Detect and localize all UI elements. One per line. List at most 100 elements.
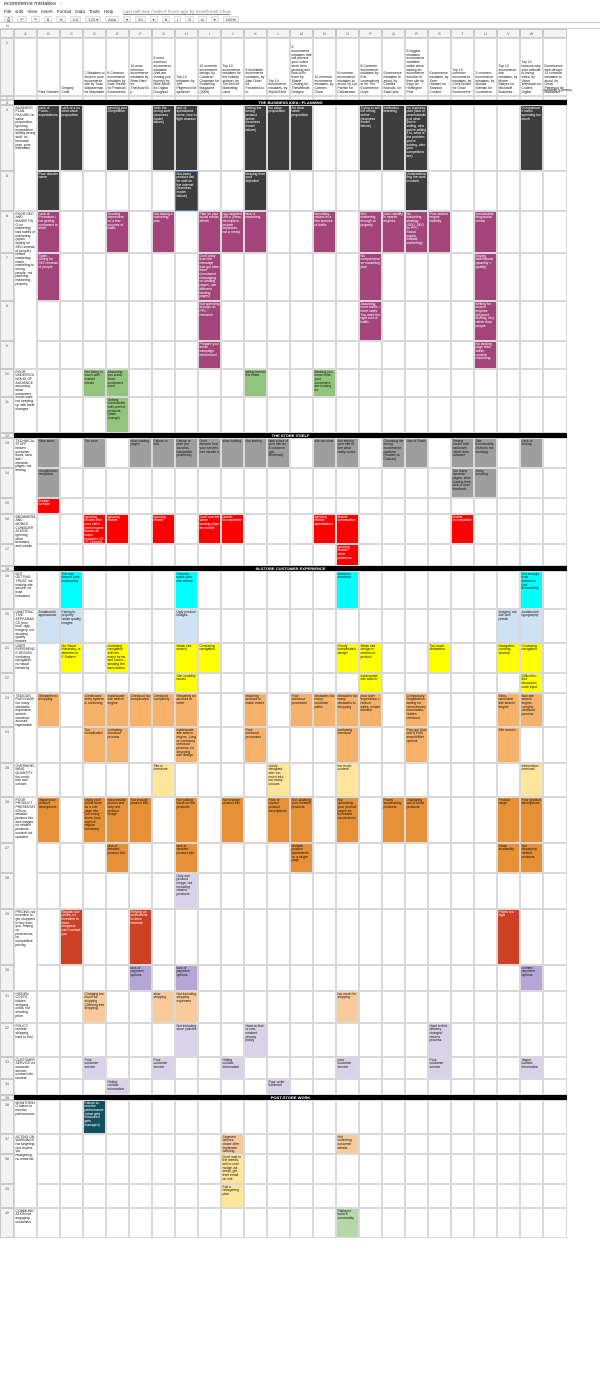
grid-cell[interactable] bbox=[290, 909, 313, 965]
grid-cell[interactable] bbox=[382, 514, 405, 544]
grid-cell[interactable] bbox=[359, 498, 382, 514]
grid-cell[interactable] bbox=[83, 609, 106, 643]
grid-cell[interactable] bbox=[37, 341, 60, 369]
mistake-cell[interactable]: Not including shipping expenses bbox=[175, 991, 198, 1023]
grid-cell[interactable] bbox=[543, 991, 567, 1023]
grid-cell[interactable] bbox=[267, 1134, 290, 1154]
row-number[interactable]: 25 bbox=[0, 763, 14, 797]
mistake-cell[interactable]: Requiring an account to order bbox=[175, 693, 198, 727]
mistake-cell[interactable]: slow loading pages bbox=[129, 438, 152, 468]
grid-cell[interactable] bbox=[221, 1023, 244, 1057]
grid-cell[interactable] bbox=[221, 544, 244, 566]
mistake-cell[interactable]: Not updating your content/ products bbox=[290, 797, 313, 843]
grid-cell[interactable] bbox=[474, 105, 497, 171]
grid-cell[interactable] bbox=[267, 369, 290, 397]
grid-cell[interactable] bbox=[106, 873, 129, 909]
grid-cell[interactable] bbox=[60, 514, 83, 544]
mistake-cell[interactable]: Not collecting customer details bbox=[336, 1134, 359, 1154]
grid-cell[interactable] bbox=[382, 991, 405, 1023]
row-number[interactable]: 29 bbox=[0, 909, 14, 965]
grid-cell[interactable] bbox=[221, 1079, 244, 1095]
grid-cell[interactable] bbox=[520, 498, 543, 514]
mistake-cell[interactable]: Not putting focus on the products bbox=[175, 797, 198, 843]
grid-cell[interactable] bbox=[428, 1154, 451, 1184]
grid-cell[interactable] bbox=[221, 498, 244, 514]
grid-cell[interactable] bbox=[267, 727, 290, 763]
grid-cell[interactable] bbox=[543, 1154, 567, 1184]
grid-cell[interactable] bbox=[60, 991, 83, 1023]
grid-cell[interactable] bbox=[198, 1154, 221, 1184]
row-category-label[interactable]: ACTING ON WARNINGS not targeting non-buy… bbox=[14, 1134, 37, 1208]
document-title[interactable]: ecommerce mistakes bbox=[4, 1, 56, 7]
grid-cell[interactable] bbox=[290, 301, 313, 341]
mistake-cell[interactable]: lack of payment options bbox=[175, 965, 198, 991]
mistake-cell[interactable]: Difficult to find discounts/ code input bbox=[520, 673, 543, 693]
grid-cell[interactable] bbox=[37, 727, 60, 763]
source-header-cell[interactable]: Top 10 ecommerce site mistakes, by Monte… bbox=[497, 38, 520, 96]
mistake-cell[interactable]: Too much distraction bbox=[428, 643, 451, 673]
row-number[interactable]: 26 bbox=[0, 797, 14, 843]
grid-cell[interactable] bbox=[37, 397, 60, 433]
grid-cell[interactable] bbox=[129, 369, 152, 397]
mistake-cell[interactable]: Poor order fulfilment bbox=[267, 1079, 290, 1095]
mistake-cell[interactable]: Growing dependent on a few sources of tr… bbox=[106, 211, 129, 253]
toolbar-button[interactable]: Arial bbox=[105, 15, 120, 22]
row-number[interactable]: 17 bbox=[0, 544, 14, 566]
grid-cell[interactable] bbox=[359, 1134, 382, 1154]
grid-cell[interactable] bbox=[474, 1154, 497, 1184]
grid-cell[interactable] bbox=[520, 873, 543, 909]
row-number[interactable]: 9 bbox=[0, 341, 14, 369]
grid-cell[interactable] bbox=[60, 1208, 83, 1238]
grid-cell[interactable] bbox=[313, 909, 336, 965]
grid-cell[interactable] bbox=[520, 1079, 543, 1095]
grid-cell[interactable] bbox=[267, 643, 290, 673]
menu-item-help[interactable]: Help bbox=[104, 9, 113, 14]
grid-cell[interactable] bbox=[520, 727, 543, 763]
grid-cell[interactable] bbox=[359, 1100, 382, 1134]
menu-item-format[interactable]: Format bbox=[57, 9, 72, 14]
grid-cell[interactable] bbox=[221, 873, 244, 909]
mistake-cell[interactable]: lack of detailed product info bbox=[175, 843, 198, 873]
grid-cell[interactable] bbox=[129, 171, 152, 211]
grid-cell[interactable] bbox=[451, 1023, 474, 1057]
grid-cell[interactable] bbox=[290, 438, 313, 468]
toolbar-button[interactable]: B bbox=[161, 15, 171, 22]
grid-cell[interactable] bbox=[290, 571, 313, 609]
source-header-cell[interactable]: Paul Graham bbox=[37, 38, 60, 96]
grid-cell[interactable] bbox=[405, 498, 428, 514]
mistake-cell[interactable]: Compulsory Registration asking for unnec… bbox=[405, 693, 428, 727]
grid-cell[interactable] bbox=[336, 1154, 359, 1184]
grid-cell[interactable] bbox=[83, 171, 106, 211]
mistake-cell[interactable]: Ignoring mobile-Test your site's perform… bbox=[83, 514, 106, 544]
grid-cell[interactable] bbox=[428, 1208, 451, 1238]
menu-item-tools[interactable]: Tools bbox=[89, 9, 100, 14]
mistake-cell[interactable]: obstacles too many obstacles to shopping bbox=[336, 693, 359, 727]
row-number[interactable]: 7 bbox=[0, 253, 14, 301]
grid-cell[interactable] bbox=[428, 253, 451, 301]
grid-cell[interactable] bbox=[244, 965, 267, 991]
column-header[interactable]: I bbox=[198, 29, 221, 38]
grid-cell[interactable] bbox=[497, 763, 520, 797]
grid-cell[interactable] bbox=[497, 468, 520, 498]
grid-cell[interactable] bbox=[520, 1100, 543, 1134]
column-header[interactable]: V bbox=[497, 29, 520, 38]
column-header[interactable]: L bbox=[267, 29, 290, 38]
mistake-cell[interactable]: Site usability issues bbox=[175, 673, 198, 693]
grid-cell[interactable] bbox=[267, 991, 290, 1023]
row-category-label[interactable]: USER EXPERIENCE DESIGN confusing navigat… bbox=[14, 643, 37, 693]
grid-cell[interactable] bbox=[244, 1134, 267, 1154]
column-header[interactable]: S bbox=[428, 29, 451, 38]
mistake-cell[interactable]: Checkout complexity bbox=[152, 693, 175, 727]
grid-cell[interactable] bbox=[405, 673, 428, 693]
grid-cell[interactable] bbox=[428, 1100, 451, 1134]
grid-cell[interactable] bbox=[359, 727, 382, 763]
grid-cell[interactable] bbox=[428, 514, 451, 544]
grid-cell[interactable] bbox=[313, 341, 336, 369]
grid-cell[interactable] bbox=[83, 965, 106, 991]
mistake-cell[interactable]: poor customer service bbox=[336, 1057, 359, 1079]
grid-cell[interactable] bbox=[106, 498, 129, 514]
grid-cell[interactable] bbox=[336, 105, 359, 171]
grid-cell[interactable] bbox=[428, 105, 451, 171]
mistake-cell[interactable]: Limited payment options bbox=[520, 965, 543, 991]
grid-cell[interactable] bbox=[497, 1154, 520, 1184]
